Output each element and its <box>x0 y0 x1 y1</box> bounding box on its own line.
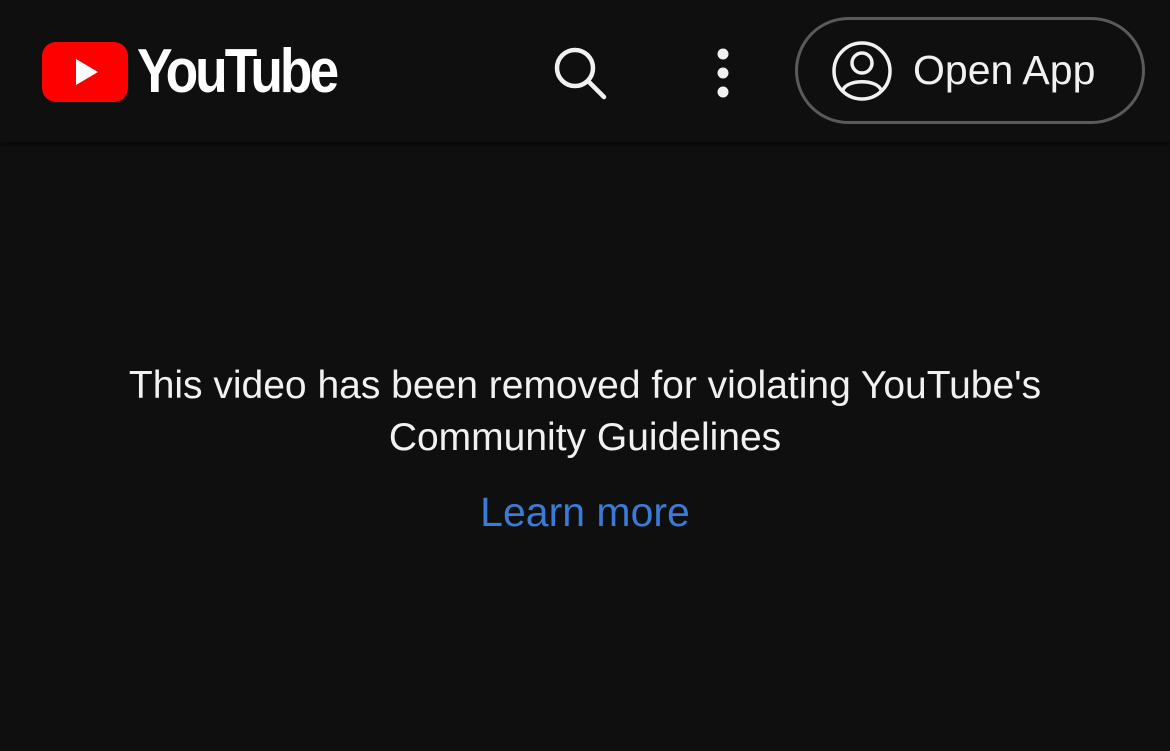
youtube-play-icon <box>42 42 128 102</box>
account-circle-icon <box>832 40 892 101</box>
top-app-bar: YouTube Open App <box>0 0 1170 142</box>
removed-video-message: This video has been removed for violatin… <box>0 360 1170 464</box>
open-app-label: Open App <box>913 47 1096 93</box>
search-icon <box>554 47 607 100</box>
learn-more-link[interactable]: Learn more <box>480 489 690 535</box>
more-vertical-icon <box>717 48 729 98</box>
open-app-button[interactable]: Open App <box>795 17 1145 124</box>
youtube-logo[interactable]: YouTube <box>42 41 369 103</box>
search-button[interactable] <box>546 40 612 106</box>
message-line-2: Community Guidelines <box>388 416 782 459</box>
more-options-button[interactable] <box>700 40 746 106</box>
youtube-wordmark: YouTube <box>137 37 339 106</box>
learn-more-container: Learn more <box>0 487 1170 537</box>
message-line-1: This video has been removed for violatin… <box>128 364 1042 407</box>
